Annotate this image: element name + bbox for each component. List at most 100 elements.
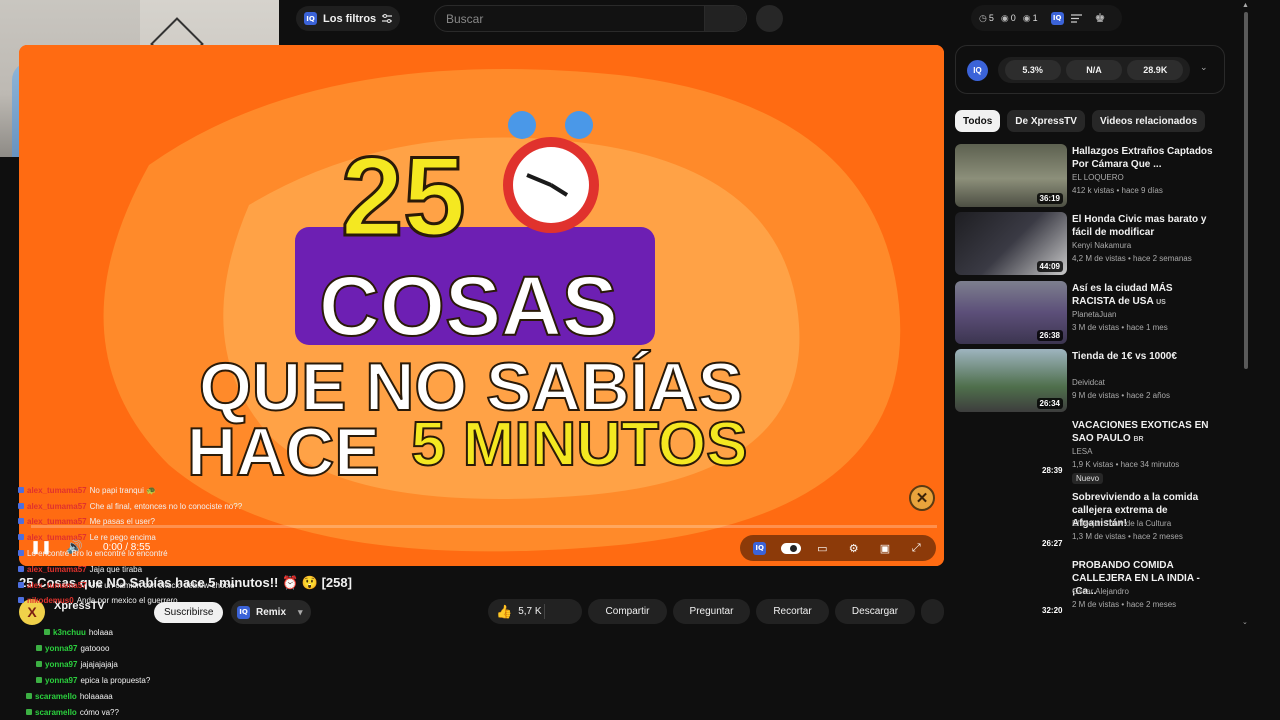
- iq-logo-icon[interactable]: IQ: [1050, 11, 1064, 25]
- iq-icon[interactable]: IQ: [748, 536, 772, 560]
- chat-username[interactable]: alex_tumama57: [27, 517, 87, 526]
- search-input[interactable]: [435, 6, 704, 31]
- video-thumbnail[interactable]: 44:09: [955, 212, 1067, 275]
- eye-icon: ◉: [1022, 12, 1031, 23]
- autoplay-toggle[interactable]: [779, 536, 803, 560]
- recommendation-item[interactable]: 36:19 Hallazgos Extraños Captados Por Cám…: [955, 144, 1220, 208]
- recommendation-title[interactable]: VACACIONES EXOTICAS EN SAO PAULO BR: [1072, 419, 1217, 446]
- chat-username[interactable]: yonna97: [45, 644, 77, 653]
- thumb-line3-white: HACE: [187, 414, 380, 490]
- user-badge-icon: [36, 645, 42, 651]
- search-bar: [434, 5, 747, 32]
- chat-username[interactable]: yonna97: [45, 676, 77, 685]
- recommendation-channel[interactable]: EL LOQUERO: [1072, 173, 1124, 182]
- recommendation-meta: 2 M de vistas • hace 2 meses: [1072, 600, 1177, 609]
- share-button[interactable]: Compartir: [588, 599, 667, 624]
- search-button[interactable]: [704, 6, 746, 31]
- chat-username[interactable]: k3nchuu: [53, 628, 86, 637]
- theater-mode-icon[interactable]: ▣: [873, 536, 897, 560]
- country-tag: US: [1156, 299, 1166, 306]
- chat-username[interactable]: alex_tumama57: [27, 565, 87, 574]
- iq-logo-icon[interactable]: IQ: [967, 60, 988, 81]
- recommendation-item[interactable]: 26:34 Tienda de 1€ vs 1000€ Deividcat 9 M d…: [955, 349, 1220, 413]
- more-actions-button[interactable]: [921, 599, 944, 624]
- recommendation-channel[interactable]: Kenyi Nakamura: [1072, 241, 1131, 250]
- recommendation-item[interactable]: 26:27 Sobreviviendo a la comida callejera…: [955, 490, 1220, 554]
- chat-text: gatoooo: [80, 643, 110, 653]
- scrollbar[interactable]: [1244, 12, 1248, 369]
- recommendation-item[interactable]: 26:38 Así es la ciudad MÁS RACISTA de USA…: [955, 281, 1220, 345]
- chat-username[interactable]: alex_tumama57: [27, 533, 87, 542]
- duration-badge: 28:39: [1042, 466, 1063, 475]
- thumb-line3-yellow: 5 MINUTOS: [411, 410, 747, 479]
- user-badge-icon: [26, 709, 32, 715]
- video-thumbnail[interactable]: 36:19: [955, 144, 1067, 207]
- recommendation-title-text: Tienda de 1€ vs 1000€: [1072, 351, 1177, 362]
- recommendation-title[interactable]: El Honda Civic mas barato y fácil de mod…: [1072, 213, 1217, 239]
- recommendation-item[interactable]: 32:20 PROBANDO COMIDA CALLEJERA EN LA IND…: [955, 558, 1220, 622]
- settings-icon[interactable]: ⚙: [842, 536, 866, 560]
- recommendation-item[interactable]: 44:09 El Honda Civic mas barato y fácil d…: [955, 212, 1220, 276]
- duration-badge: 44:09: [1036, 261, 1063, 272]
- like-button[interactable]: 👍 5,7 K: [488, 599, 582, 624]
- recommendation-channel[interactable]: PlanetaJuan: [1072, 310, 1116, 319]
- chat-username[interactable]: alex_tumama57: [27, 502, 87, 511]
- iq-logo-icon: IQ: [304, 12, 317, 25]
- duration-badge: 26:38: [1036, 330, 1063, 341]
- chat-overlay: alex_tumama57 No papi tranqui 🐢 alex_tumam…: [0, 483, 290, 720]
- chevron-down-icon: ▾: [298, 606, 303, 617]
- chat-username[interactable]: alex_tumama57: [27, 581, 87, 590]
- recommendation-channel[interactable]: Oscar Alejandro: [1072, 587, 1129, 596]
- user-badge-icon: [18, 518, 24, 524]
- download-button[interactable]: Descargar: [835, 599, 915, 624]
- recommendation-channel[interactable]: LESA: [1072, 447, 1092, 456]
- chat-message: yonna97 gatoooo: [36, 641, 109, 655]
- chip-related[interactable]: Videos relacionados: [1091, 110, 1206, 132]
- recommendation-title[interactable]: Tienda de 1€ vs 1000€: [1072, 350, 1217, 363]
- ask-button[interactable]: Preguntar: [673, 599, 750, 624]
- recommendation-title[interactable]: Hallazgos Extraños Captados Por Cámara Q…: [1072, 145, 1217, 171]
- sliders-icon: [382, 14, 393, 23]
- chat-message: yonna97 jajajajajaja: [36, 657, 118, 671]
- chat-text: holaaaaa: [79, 691, 113, 701]
- clip-button[interactable]: Recortar: [756, 599, 829, 624]
- user-badge-icon: [36, 661, 42, 667]
- recommendation-channel[interactable]: Deividcat: [1072, 378, 1105, 387]
- chat-username[interactable]: scaramello: [35, 708, 77, 717]
- fullscreen-icon[interactable]: ⤢: [904, 536, 928, 560]
- thumb-line1: COSAS: [319, 259, 618, 353]
- filters-button[interactable]: IQ Los filtros: [296, 6, 401, 31]
- chat-username[interactable]: alex_tumama57: [27, 486, 87, 495]
- recommendation-meta: 4,2 M de vistas • hace 2 semanas: [1072, 254, 1192, 263]
- chat-username[interactable]: nikodemus0: [27, 596, 74, 605]
- chat-username[interactable]: scaramello: [35, 692, 77, 701]
- trophy-icon[interactable]: ♚: [1089, 7, 1111, 29]
- queue-icon[interactable]: [1070, 13, 1082, 23]
- recommendation-item[interactable]: 28:39 VACACIONES EXOTICAS EN SAO PAULO BR…: [955, 418, 1220, 484]
- recommendation-title[interactable]: Así es la ciudad MÁS RACISTA de USA US: [1072, 282, 1217, 309]
- chat-username[interactable]: yonna97: [45, 660, 77, 669]
- stat-viewers: ◉ 1: [1022, 12, 1038, 24]
- eye-icon: ◉: [1000, 12, 1009, 23]
- video-thumbnail[interactable]: 26:34: [955, 349, 1067, 412]
- user-badge-icon: [18, 534, 24, 540]
- chat-text: jajajajajaja: [80, 659, 118, 669]
- chip-channel[interactable]: De XpressTV: [1007, 110, 1085, 132]
- subtitles-icon[interactable]: ▭: [810, 536, 834, 560]
- recommendation-title-text: El Honda Civic mas barato y fácil de mod…: [1072, 214, 1207, 238]
- chip-all[interactable]: Todos: [955, 110, 1001, 132]
- recommendation-meta: 9 M de vistas • hace 2 años: [1072, 391, 1170, 400]
- chat-message: Lo encontré Bro lo encontré lo encontré: [18, 546, 168, 560]
- recommendation-meta: 1,9 K vistas • hace 34 minutos: [1072, 460, 1180, 469]
- stat-views: ◉ 0: [1000, 12, 1016, 24]
- user-badge-icon: [18, 503, 24, 509]
- scroll-up-icon[interactable]: ▲: [1242, 2, 1249, 9]
- recommendation-channel[interactable]: El Mejor Show de la Cultura: [1072, 519, 1171, 528]
- chevron-down-icon[interactable]: ⌄: [1200, 62, 1208, 73]
- chevron-down-icon[interactable]: ⌄: [1242, 618, 1248, 626]
- chat-text: Lo encontré Bro lo encontré lo encontré: [27, 548, 168, 558]
- close-icon[interactable]: ✕: [909, 485, 935, 511]
- voice-search-button[interactable]: [756, 5, 783, 32]
- video-thumbnail[interactable]: 26:38: [955, 281, 1067, 344]
- chat-message: alex_tumama57 Che al final, entonces no l…: [18, 499, 242, 513]
